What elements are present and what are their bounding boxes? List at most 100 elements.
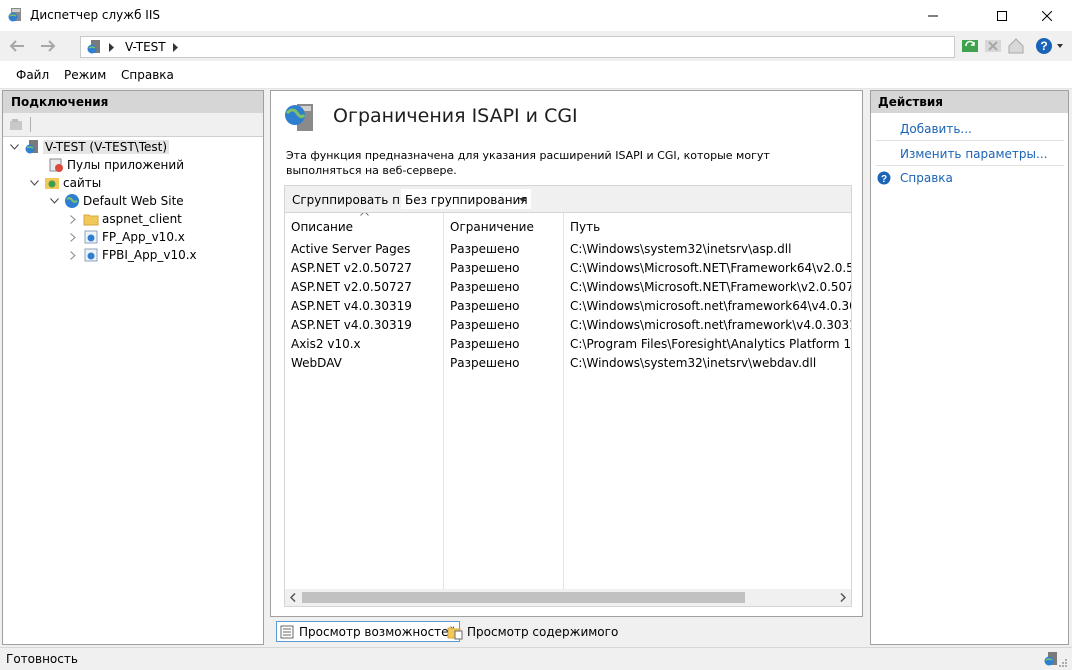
minimize-button[interactable] (910, 0, 956, 31)
tree-label: сайты (63, 176, 102, 190)
cell-path: C:\Windows\Microsoft.NET\Framework\v2.0.… (570, 280, 851, 294)
tab-label: Просмотр содержимого (467, 624, 619, 639)
tree-label: aspnet_client (102, 212, 182, 226)
collapse-icon[interactable] (48, 195, 60, 207)
action-add[interactable]: Добавить... (900, 122, 972, 136)
action-edit-settings[interactable]: Изменить параметры... (900, 147, 1047, 161)
app-pools-icon (49, 158, 63, 172)
tree-node-server[interactable]: V-TEST (V-TEST\Test) (8, 138, 170, 156)
svg-text:?: ? (881, 174, 887, 185)
server-icon (87, 40, 100, 54)
expand-icon[interactable] (67, 249, 79, 261)
group-by-value: Без группирования (405, 193, 528, 207)
cell-description: Axis2 v10.x (291, 337, 361, 351)
cell-restriction: Разрешено (450, 242, 520, 256)
tab-features-view[interactable]: Просмотр возможностей (276, 621, 461, 642)
table-row[interactable]: ASP.NET v4.0.30319 Разрешено C:\Windows\mi… (285, 316, 851, 335)
tree-node-app-pools[interactable]: Пулы приложений (48, 156, 184, 174)
column-label: Описание (291, 220, 354, 234)
expand-icon[interactable] (67, 213, 79, 225)
menu-view[interactable]: Режим (64, 68, 106, 82)
tab-content-view[interactable]: Просмотр содержимого (445, 621, 621, 642)
column-header-description[interactable]: Описание (285, 213, 444, 238)
actions-title: Действия (878, 95, 944, 109)
forward-button[interactable] (36, 35, 60, 57)
table-row[interactable]: WebDAV Разрешено C:\Windows\system32\inets… (285, 354, 851, 373)
group-by-select[interactable]: Без группирования (400, 188, 532, 210)
column-label: Ограничение (450, 220, 534, 234)
breadcrumb-arrow-icon[interactable] (173, 43, 179, 52)
cell-description: ASP.NET v4.0.30319 (291, 318, 412, 332)
help-dropdown-icon[interactable] (1057, 44, 1063, 48)
title-bar: Диспетчер служб IIS (0, 0, 1072, 31)
actions-panel: Действия Добавить... Изменить параметры.… (870, 90, 1069, 645)
table-row[interactable]: ASP.NET v2.0.50727 Разрешено C:\Windows\Mi… (285, 259, 851, 278)
scrollbar-thumb[interactable] (302, 592, 745, 603)
content-view-icon (447, 627, 463, 639)
collapse-icon[interactable] (28, 177, 40, 189)
breadcrumb-server[interactable]: V-TEST (125, 40, 166, 54)
close-button[interactable] (1024, 0, 1070, 31)
horizontal-scrollbar[interactable] (285, 589, 851, 606)
refresh-icon[interactable] (961, 37, 979, 55)
help-icon[interactable]: ? (877, 171, 891, 185)
column-header-path[interactable]: Путь (564, 213, 851, 238)
table-row[interactable]: ASP.NET v2.0.50727 Разрешено C:\Windows\Mi… (285, 278, 851, 297)
tree-node-default-site[interactable]: Default Web Site (48, 192, 184, 210)
resize-grip-icon[interactable] (1058, 658, 1068, 668)
scroll-right-icon[interactable] (840, 593, 846, 602)
tree-node-fp-app[interactable]: FP_App_v10.x (67, 228, 185, 246)
actions-header: Действия (871, 91, 1068, 113)
menu-help[interactable]: Справка (121, 68, 174, 82)
tree-label: FP_App_v10.x (102, 230, 185, 244)
cell-restriction: Разрешено (450, 299, 520, 313)
tree-node-aspnet-client[interactable]: aspnet_client (67, 210, 182, 228)
action-help[interactable]: Справка (900, 171, 953, 185)
help-icon[interactable]: ? (1035, 37, 1053, 55)
table-row[interactable]: ASP.NET v4.0.30319 Разрешено C:\Windows\mi… (285, 297, 851, 316)
table-row[interactable]: Active Server Pages Разрешено C:\Windows\s… (285, 240, 851, 259)
tree-label: Default Web Site (83, 194, 184, 208)
maximize-icon (997, 10, 1007, 21)
maximize-button[interactable] (979, 0, 1025, 31)
column-header-restriction[interactable]: Ограничение (444, 213, 564, 238)
breadcrumb-arrow-icon (109, 43, 114, 52)
forward-arrow-icon (41, 40, 56, 52)
home-icon[interactable] (1007, 37, 1025, 55)
cell-restriction: Разрешено (450, 261, 520, 275)
sites-folder-icon (45, 178, 59, 189)
feature-panel: Ограничения ISAPI и CGI Эта функция пред… (270, 90, 863, 617)
tree-label: FPBI_App_v10.x (102, 248, 197, 262)
cell-restriction: Разрешено (450, 337, 520, 351)
menu-file[interactable]: Файл (16, 68, 49, 82)
minimize-icon (928, 15, 938, 16)
expand-icon[interactable] (67, 231, 79, 243)
iis-app-icon (8, 8, 21, 22)
back-button[interactable] (5, 35, 29, 57)
connect-icon[interactable] (8, 117, 24, 133)
scroll-left-icon[interactable] (290, 593, 296, 602)
application-icon (84, 230, 98, 244)
toolbar-separator (30, 117, 31, 132)
cell-path: C:\Windows\microsoft.net\framework64\v4.… (570, 299, 851, 313)
table-row[interactable]: Axis2 v10.x Разрешено C:\Program Files\For… (285, 335, 851, 354)
cell-restriction: Разрешено (450, 280, 520, 294)
feature-description: Эта функция предназначена для указания р… (286, 149, 770, 177)
tree-node-fpbi-app[interactable]: FPBI_App_v10.x (67, 246, 197, 264)
globe-icon (65, 194, 79, 208)
back-arrow-icon (9, 40, 24, 52)
tree-label: V-TEST (V-TEST\Test) (43, 140, 170, 154)
server-icon (25, 140, 38, 154)
server-icon (1044, 652, 1057, 666)
connections-panel: Подключения V-TEST (V-TEST\Test) Пулы пр… (2, 90, 264, 645)
cell-path: C:\Windows\Microsoft.NET\Framework64\v2.… (570, 261, 851, 275)
tree-node-sites[interactable]: сайты (28, 174, 101, 192)
status-text: Готовность (6, 652, 78, 666)
address-field[interactable]: V-TEST (80, 36, 955, 58)
action-separator (876, 140, 1064, 141)
collapse-icon[interactable] (8, 141, 20, 153)
application-icon (84, 248, 98, 262)
stop-icon[interactable] (984, 37, 1002, 55)
cell-description: ASP.NET v2.0.50727 (291, 280, 412, 294)
connections-toolbar (3, 113, 263, 137)
